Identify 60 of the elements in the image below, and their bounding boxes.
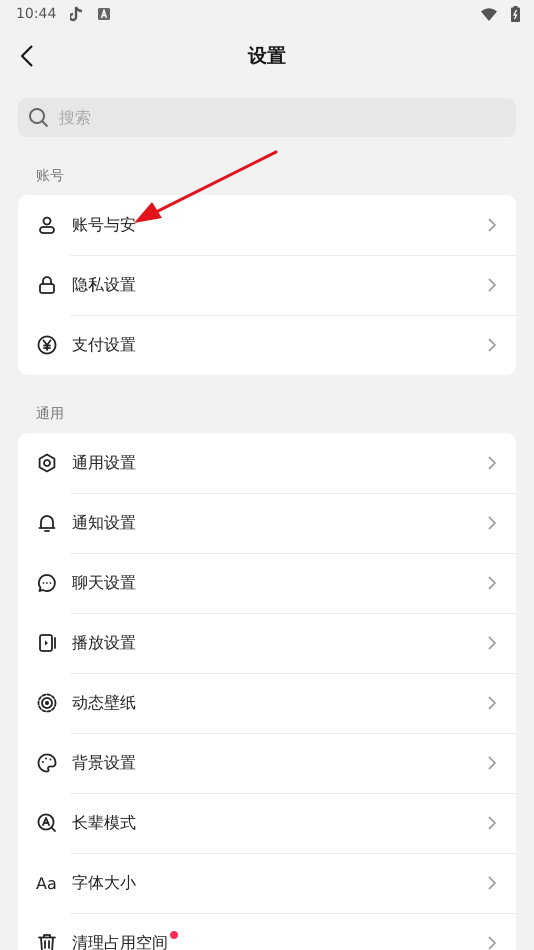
wifi-icon [481, 8, 497, 20]
target-icon [36, 692, 58, 714]
chevron-right-icon [488, 456, 496, 470]
trash-icon [36, 932, 58, 950]
chevron-right-icon [488, 936, 496, 950]
settings-label: 支付设置 [72, 334, 137, 356]
settings-label: 通知设置 [72, 512, 137, 534]
settings-item[interactable]: 通知设置 [18, 493, 516, 553]
settings-item[interactable]: 隐私设置 [18, 255, 516, 315]
settings-icon [36, 452, 58, 474]
play-card-icon [36, 632, 58, 654]
settings-label: 清理占用空间 [72, 932, 488, 950]
settings-item[interactable]: 长辈模式 [18, 793, 516, 853]
search-icon [28, 107, 49, 128]
chevron-right-icon [488, 338, 496, 352]
settings-label: 隐私设置 [72, 274, 137, 296]
settings-label: 通用设置 [72, 452, 137, 474]
person-icon [36, 214, 58, 236]
battery-icon [511, 6, 520, 22]
chevron-right-icon [488, 516, 496, 530]
search-field[interactable]: 搜索 [18, 98, 516, 137]
settings-item[interactable]: 账号与安 [18, 195, 516, 255]
music-note-icon [70, 6, 84, 22]
chevron-right-icon [488, 636, 496, 650]
settings-label: 聊天设置 [72, 572, 137, 594]
settings-label: 账号与安 [72, 214, 137, 236]
chevron-right-icon [488, 876, 496, 890]
palette-icon [36, 752, 58, 774]
chat-bubble-icon [36, 572, 58, 594]
font-size-label: Aa [36, 874, 58, 892]
settings-item[interactable]: 通用设置 [18, 433, 516, 493]
chevron-right-icon [488, 278, 496, 292]
settings-item[interactable]: 支付设置 [18, 315, 516, 375]
yen-icon [36, 334, 58, 356]
section-title: 通用 [36, 406, 64, 422]
settings-item[interactable]: 聊天设置 [18, 553, 516, 613]
bell-icon [36, 512, 58, 534]
settings-label: 背景设置 [72, 752, 137, 774]
settings-item[interactable]: 动态壁纸 [18, 673, 516, 733]
chevron-right-icon [488, 756, 496, 770]
section-title: 账号 [36, 168, 64, 184]
search-input[interactable]: 搜索 [57, 107, 506, 128]
settings-item[interactable]: 背景设置 [18, 733, 516, 793]
page-title: 设置 [248, 44, 286, 69]
magnifier-letter-icon [36, 812, 58, 834]
settings-label: 长辈模式 [72, 812, 137, 834]
chevron-right-icon [488, 218, 496, 232]
settings-item[interactable]: Aa 字体大小 [18, 853, 516, 913]
chevron-right-icon [488, 576, 496, 590]
back-icon [21, 45, 33, 67]
settings-item[interactable]: 清理占用空间 [18, 913, 516, 950]
settings-label: 字体大小 [72, 872, 137, 894]
chevron-right-icon [488, 816, 496, 830]
settings-label: 播放设置 [72, 632, 137, 654]
settings-label: 动态壁纸 [72, 692, 137, 714]
chevron-right-icon [488, 696, 496, 710]
lock-icon [36, 274, 58, 296]
status-time: 10:44 [16, 6, 56, 22]
keyboard-letter-icon [98, 8, 110, 20]
settings-item[interactable]: 播放设置 [18, 613, 516, 673]
